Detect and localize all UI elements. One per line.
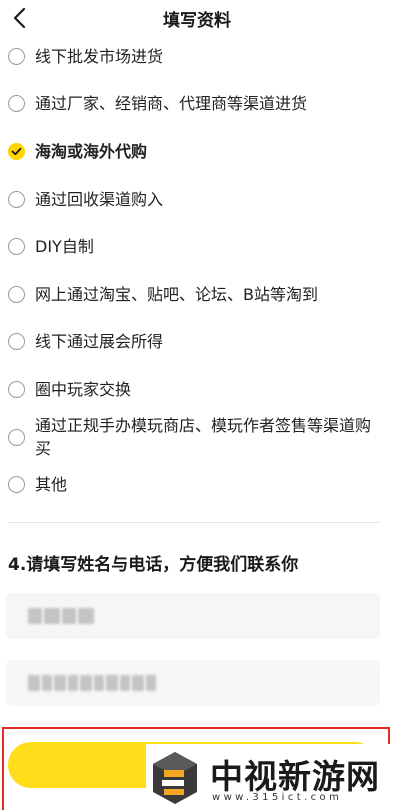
redacted-phone-value <box>28 675 156 691</box>
header-bar: 填写资料 <box>0 0 394 36</box>
option-label: 圈中玩家交换 <box>35 380 132 399</box>
option-exhibition[interactable]: 线下通过展会所得 <box>0 330 183 353</box>
watermark-name: 中视新游网 <box>210 757 380 796</box>
option-label: 其他 <box>35 475 68 494</box>
radio-icon <box>8 333 25 350</box>
watermark-logo-icon <box>153 752 197 804</box>
option-other[interactable]: 其他 <box>0 473 87 496</box>
option-recycling[interactable]: 通过回收渠道购入 <box>0 188 183 211</box>
redacted-name-value <box>28 608 94 624</box>
phone-input[interactable] <box>6 660 380 706</box>
option-label: 网上通过淘宝、贴吧、论坛、B站等淘到 <box>35 285 318 304</box>
option-overseas-purchase[interactable]: 海淘或海外代购 <box>0 140 167 163</box>
option-manufacturer-channel[interactable]: 通过厂家、经销商、代理商等渠道进货 <box>0 92 327 115</box>
option-wholesale-market[interactable]: 线下批发市场进货 <box>0 45 183 68</box>
checkmark-icon <box>11 147 22 156</box>
option-official-store[interactable]: 通过正规手办模玩商店、模玩作者签售等渠道购买 <box>0 414 394 460</box>
option-label: 海淘或海外代购 <box>35 142 148 161</box>
radio-icon <box>8 48 25 65</box>
option-label: DIY自制 <box>35 237 94 256</box>
name-input[interactable] <box>6 593 380 639</box>
section-divider <box>8 522 380 523</box>
radio-icon <box>8 238 25 255</box>
question-4-title: 4.请填写姓名与电话，方便我们联系你 <box>8 555 299 575</box>
option-label: 线下批发市场进货 <box>35 47 164 66</box>
option-player-exchange[interactable]: 圈中玩家交换 <box>0 378 151 401</box>
radio-icon <box>8 286 25 303</box>
radio-icon <box>8 95 25 112</box>
radio-icon <box>8 428 25 446</box>
option-label: 线下通过展会所得 <box>35 332 164 351</box>
option-online-forums[interactable]: 网上通过淘宝、贴吧、论坛、B站等淘到 <box>0 283 338 306</box>
page-title: 填写资料 <box>163 11 231 31</box>
radio-icon <box>8 381 25 398</box>
radio-icon <box>8 191 25 208</box>
option-label: 通过回收渠道购入 <box>35 190 164 209</box>
option-label: 通过厂家、经销商、代理商等渠道进货 <box>35 94 308 113</box>
option-diy[interactable]: DIY自制 <box>0 235 114 258</box>
radio-icon <box>8 476 25 493</box>
radio-checked-icon <box>8 143 25 160</box>
watermark: 中视新游网 www.315ict.com <box>146 744 394 810</box>
option-label: 通过正规手办模玩商店、模玩作者签售等渠道购买 <box>35 416 372 458</box>
watermark-url: www.315ict.com <box>212 792 343 803</box>
